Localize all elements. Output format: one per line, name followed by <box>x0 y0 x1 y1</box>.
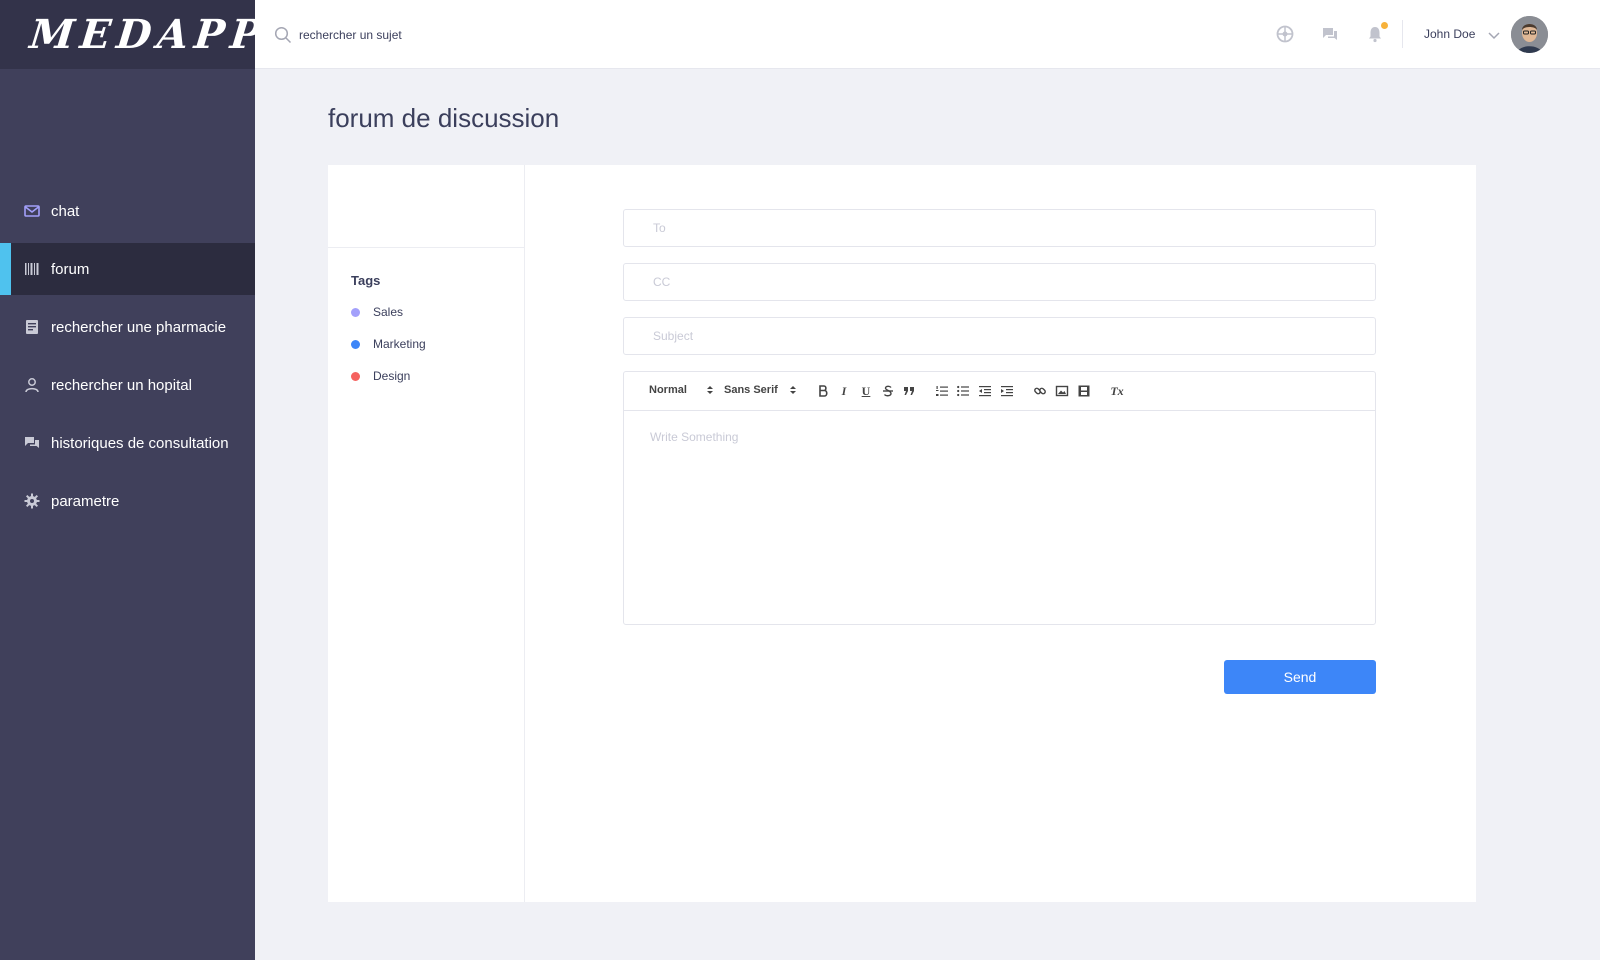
tag-sales[interactable]: Sales <box>351 305 403 319</box>
search-input[interactable] <box>299 24 599 46</box>
gear-icon <box>24 493 40 509</box>
indent-button[interactable] <box>999 383 1015 399</box>
outdent-icon <box>979 386 991 397</box>
panel-header <box>328 165 524 248</box>
italic-button[interactable]: I <box>836 383 852 399</box>
tag-design[interactable]: Design <box>351 369 410 383</box>
sidebar-item-label: historiques de consultation <box>51 434 229 452</box>
app-logo: MEDAPP <box>27 11 270 58</box>
sidebar-item-parametre[interactable]: parametre <box>0 475 255 527</box>
sidebar-nav: chat forum rechercher une pharmacie rech… <box>0 185 255 533</box>
tag-label: Marketing <box>373 337 426 351</box>
strikethrough-icon <box>883 385 893 397</box>
editor-body-placeholder[interactable]: Write Something <box>650 430 738 444</box>
chevron-down-icon[interactable] <box>1487 28 1501 42</box>
link-icon <box>1034 387 1046 395</box>
send-button[interactable]: Send <box>1224 660 1376 694</box>
quote-icon <box>904 387 914 395</box>
underline-button[interactable]: U <box>858 383 874 399</box>
sidebar-item-label: forum <box>51 260 90 278</box>
chat-bubbles-icon <box>24 435 40 451</box>
top-bar: John Doe <box>255 0 1600 69</box>
chat-icon[interactable] <box>1321 25 1339 43</box>
subject-field[interactable] <box>623 317 1376 355</box>
sidebar-item-historiques[interactable]: historiques de consultation <box>0 417 255 469</box>
tag-dot <box>351 371 360 381</box>
tags-title: Tags <box>351 273 381 288</box>
compose-card: Tags Sales Marketing Design Normal Sans … <box>328 165 1476 902</box>
globe-icon[interactable] <box>1276 25 1294 43</box>
font-select[interactable]: Sans Serif <box>724 384 778 396</box>
ordered-list-button[interactable] <box>934 383 950 399</box>
user-icon <box>24 377 40 393</box>
sidebar-item-hopital[interactable]: rechercher un hopital <box>0 359 255 411</box>
heading-select[interactable]: Normal <box>649 384 687 396</box>
quote-button[interactable] <box>901 383 917 399</box>
tags-panel: Tags Sales Marketing Design <box>328 165 525 902</box>
tag-dot <box>351 339 360 349</box>
user-name[interactable]: John Doe <box>1424 27 1475 41</box>
rich-text-editor: Normal Sans Serif I U Tx Write Something <box>623 371 1376 625</box>
outdent-button[interactable] <box>977 383 993 399</box>
link-button[interactable] <box>1032 383 1048 399</box>
page-title: forum de discussion <box>328 103 560 133</box>
sidebar-item-pharmacie[interactable]: rechercher une pharmacie <box>0 301 255 353</box>
sidebar-item-label: rechercher un hopital <box>51 376 192 394</box>
image-icon <box>1055 385 1069 397</box>
video-button[interactable] <box>1076 383 1092 399</box>
search-icon[interactable] <box>274 26 292 44</box>
tag-label: Sales <box>373 305 404 319</box>
document-icon <box>24 319 40 335</box>
tag-marketing[interactable]: Marketing <box>351 337 426 351</box>
sidebar-item-forum[interactable]: forum <box>0 243 255 295</box>
logo-area[interactable]: MEDAPP <box>0 0 269 69</box>
divider <box>1402 20 1403 48</box>
editor-toolbar: Normal Sans Serif I U Tx <box>624 372 1375 411</box>
sidebar-item-label: chat <box>51 202 80 220</box>
select-arrows-icon[interactable] <box>706 384 714 396</box>
strike-button[interactable] <box>880 383 896 399</box>
cc-field[interactable] <box>623 263 1376 301</box>
sidebar: MEDAPP chat forum rechercher une pharmac… <box>0 0 269 960</box>
clear-format-button[interactable]: Tx <box>1109 383 1125 399</box>
ordered-list-icon <box>936 386 948 396</box>
notification-dot <box>1381 22 1388 29</box>
mail-icon <box>24 203 40 219</box>
bold-button[interactable] <box>815 383 831 399</box>
tag-dot <box>351 307 360 317</box>
sidebar-item-chat[interactable]: chat <box>0 185 255 237</box>
bullet-list-button[interactable] <box>955 383 971 399</box>
indent-icon <box>1001 386 1013 397</box>
sidebar-item-label: parametre <box>51 492 120 510</box>
image-button[interactable] <box>1054 383 1070 399</box>
to-field[interactable] <box>623 209 1376 247</box>
tag-label: Design <box>373 369 411 383</box>
video-icon <box>1078 385 1090 397</box>
bold-icon <box>819 385 828 397</box>
avatar[interactable] <box>1511 16 1548 53</box>
bullet-list-icon <box>957 385 969 397</box>
sidebar-item-label: rechercher une pharmacie <box>51 318 227 336</box>
select-arrows-icon[interactable] <box>789 384 797 396</box>
barcode-icon <box>24 261 40 277</box>
